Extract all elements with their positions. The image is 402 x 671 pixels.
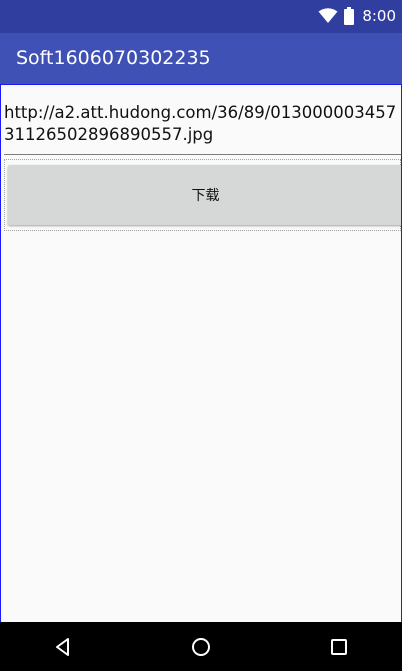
- back-icon: [56, 638, 69, 656]
- app-title: Soft1606070302235: [16, 47, 211, 69]
- wifi-icon: [318, 8, 338, 23]
- status-bar: 8:00: [0, 0, 402, 33]
- url-input[interactable]: http://a2.att.hudong.com/36/89/013000003…: [4, 102, 400, 146]
- status-time: 8:00: [362, 7, 396, 25]
- recents-icon: [331, 639, 347, 655]
- url-input-underline: [4, 154, 401, 155]
- navigation-bar: [0, 622, 402, 671]
- battery-icon: [344, 7, 355, 25]
- main-content: http://a2.att.hudong.com/36/89/013000003…: [0, 84, 402, 623]
- app-bar: Soft1606070302235: [0, 33, 402, 84]
- recents-button[interactable]: [326, 634, 352, 660]
- app-screen: 8:00 Soft1606070302235 http://a2.att.hud…: [0, 0, 402, 671]
- download-button[interactable]: 下载: [8, 165, 401, 225]
- home-icon: [192, 638, 210, 656]
- back-button[interactable]: [50, 634, 76, 660]
- home-button[interactable]: [188, 634, 214, 660]
- status-icons: 8:00: [318, 6, 396, 26]
